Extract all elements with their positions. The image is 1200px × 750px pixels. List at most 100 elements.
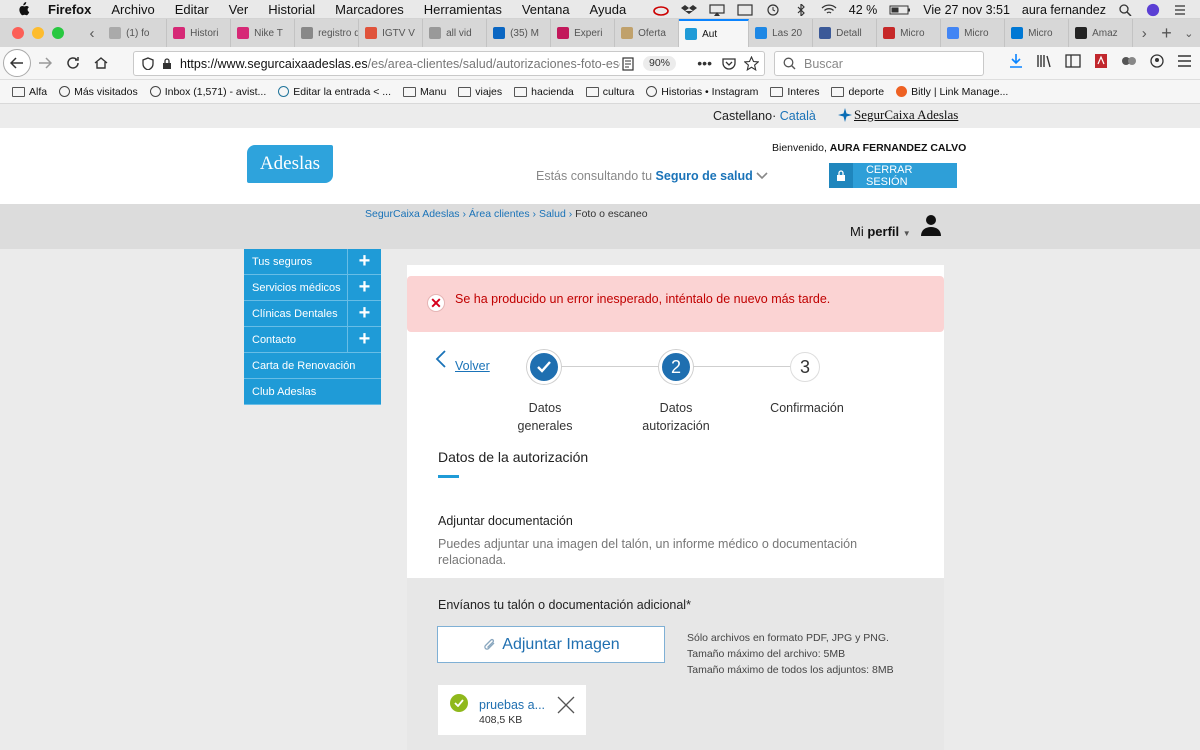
plus-icon[interactable]: + [347,275,381,300]
maximize-window-button[interactable] [52,27,64,39]
tab-active[interactable]: Aut [679,19,750,47]
menu-marcadores[interactable]: Marcadores [335,2,404,17]
browser-tab[interactable]: all vid [423,19,488,47]
bookmark-item[interactable]: Alfa [12,86,47,98]
plus-icon[interactable]: + [347,327,381,352]
sidebar-item-carta-de-renovacion[interactable]: Carta de Renovación [244,353,381,379]
siri-icon[interactable] [1146,3,1160,17]
search-box[interactable]: Buscar [774,51,984,76]
browser-tab[interactable]: (35) M [487,19,552,47]
wifi-icon[interactable] [821,3,837,16]
browser-tab[interactable]: IGTV V [359,19,424,47]
apple-icon[interactable] [16,2,30,16]
bookmark-item[interactable]: Inbox (1,571) - avist... [149,86,266,98]
browser-tab[interactable]: Histori [167,19,232,47]
reader-view-icon[interactable] [622,57,634,71]
minimize-window-button[interactable] [32,27,44,39]
plus-icon[interactable]: + [347,301,381,326]
tab-scroll-right-button[interactable]: › [1133,25,1155,42]
breadcrumb-salud[interactable]: Salud [539,208,566,220]
breadcrumb-area-clientes[interactable]: Área clientes [469,208,530,220]
browser-tab[interactable]: Micro [1005,19,1070,47]
pocket-icon[interactable] [722,57,736,70]
home-button[interactable] [87,49,115,77]
sidebar-item-clinicas-dentales[interactable]: Clínicas Dentales + [244,301,381,327]
extension-icon[interactable] [1121,54,1137,68]
zoom-indicator[interactable]: 90% [642,56,676,71]
menu-herramientas[interactable]: Herramientas [424,2,502,17]
address-bar[interactable]: https://www.segurcaixaadeslas.es/es/area… [133,51,765,76]
browser-tab[interactable]: Nike T [231,19,296,47]
browser-tab[interactable]: Micro [941,19,1006,47]
reload-button[interactable] [59,49,87,77]
menu-ver[interactable]: Ver [229,2,249,17]
creative-cloud-icon[interactable] [652,4,669,16]
bookmark-star-icon[interactable] [744,56,759,71]
plus-icon[interactable]: + [347,249,381,274]
cast-icon[interactable] [737,3,753,16]
sidebar-toggle-icon[interactable] [1065,54,1081,68]
time-machine-icon[interactable] [765,3,781,16]
menu-historial[interactable]: Historial [268,2,315,17]
browser-tab[interactable]: registro de [295,19,360,47]
page-actions-icon[interactable]: ••• [697,55,712,71]
product-consulting[interactable]: Estás consultando tu Seguro de salud [536,169,768,183]
menu-editar[interactable]: Editar [175,2,209,17]
shield-icon[interactable] [142,57,154,70]
account-icon[interactable] [1150,54,1164,68]
battery-percent[interactable]: 42 % [849,3,878,17]
menu-ventana[interactable]: Ventana [522,2,570,17]
profile-menu[interactable]: Mi perfil ▼ [850,224,911,239]
bookmark-item[interactable]: deporte [831,86,884,98]
dropbox-icon[interactable] [680,4,697,16]
library-icon[interactable] [1036,53,1052,69]
sidebar-item-servicios-medicos[interactable]: Servicios médicos + [244,275,381,301]
browser-tab[interactable]: Detall [813,19,878,47]
sidebar-item-contacto[interactable]: Contacto + [244,327,381,353]
remove-file-icon[interactable] [556,695,576,715]
logout-button[interactable]: CERRAR SESIÓN [829,163,957,188]
menu-icon[interactable] [1177,55,1192,67]
control-list-icon[interactable] [1172,4,1188,16]
close-window-button[interactable] [12,27,24,39]
clock[interactable]: Vie 27 nov 3:51 [923,3,1010,17]
forward-button[interactable] [31,49,59,77]
sidebar-item-club-adeslas[interactable]: Club Adeslas [244,379,381,405]
bookmark-item[interactable]: Interes [770,86,819,98]
pdf-extension-icon[interactable] [1094,53,1108,69]
menu-ayuda[interactable]: Ayuda [590,2,627,17]
battery-icon[interactable] [889,4,911,16]
bookmark-item[interactable]: Más visitados [59,86,138,98]
spotlight-icon[interactable] [1118,3,1134,16]
bookmark-item[interactable]: Editar la entrada < ... [278,86,391,98]
browser-tab[interactable]: (1) fo [103,19,168,47]
bookmark-item[interactable]: Manu [403,86,446,98]
bookmark-item[interactable]: Bitly | Link Manage... [896,86,1008,98]
segurcaixa-logo[interactable]: SegurCaixa Adeslas [838,107,958,123]
browser-tab[interactable]: Oferta [615,19,680,47]
lang-castellano[interactable]: Castellano· [713,109,776,123]
sidebar-item-tus-seguros[interactable]: Tus seguros + [244,249,381,275]
new-tab-button[interactable]: + [1155,23,1177,44]
lock-icon[interactable] [162,57,172,70]
browser-tab[interactable]: Amaz [1069,19,1134,47]
browser-tab[interactable]: Las 20 [749,19,814,47]
tab-scroll-left-button[interactable]: ‹ [81,25,103,42]
breadcrumb-home[interactable]: SegurCaixa Adeslas [365,208,460,220]
user-name[interactable]: aura fernandez [1022,3,1106,17]
bookmark-item[interactable]: Historias • Instagram [646,86,758,98]
url-text[interactable]: https://www.segurcaixaadeslas.es/es/area… [180,57,620,71]
bookmark-item[interactable]: viajes [458,86,502,98]
user-icon[interactable] [920,214,942,236]
browser-tab[interactable]: Experi [551,19,616,47]
browser-tab[interactable]: Micro [877,19,942,47]
bluetooth-icon[interactable] [793,3,809,16]
adeslas-logo[interactable]: Adeslas [247,145,333,183]
menu-app-name[interactable]: Firefox [48,2,91,17]
airplay-icon[interactable] [709,3,725,16]
bookmark-item[interactable]: hacienda [514,86,574,98]
bookmark-item[interactable]: cultura [585,86,634,98]
tab-list-button[interactable]: ⌄ [1178,27,1200,40]
downloads-icon[interactable] [1009,53,1023,69]
attach-image-button[interactable]: Adjuntar Imagen [437,626,665,663]
